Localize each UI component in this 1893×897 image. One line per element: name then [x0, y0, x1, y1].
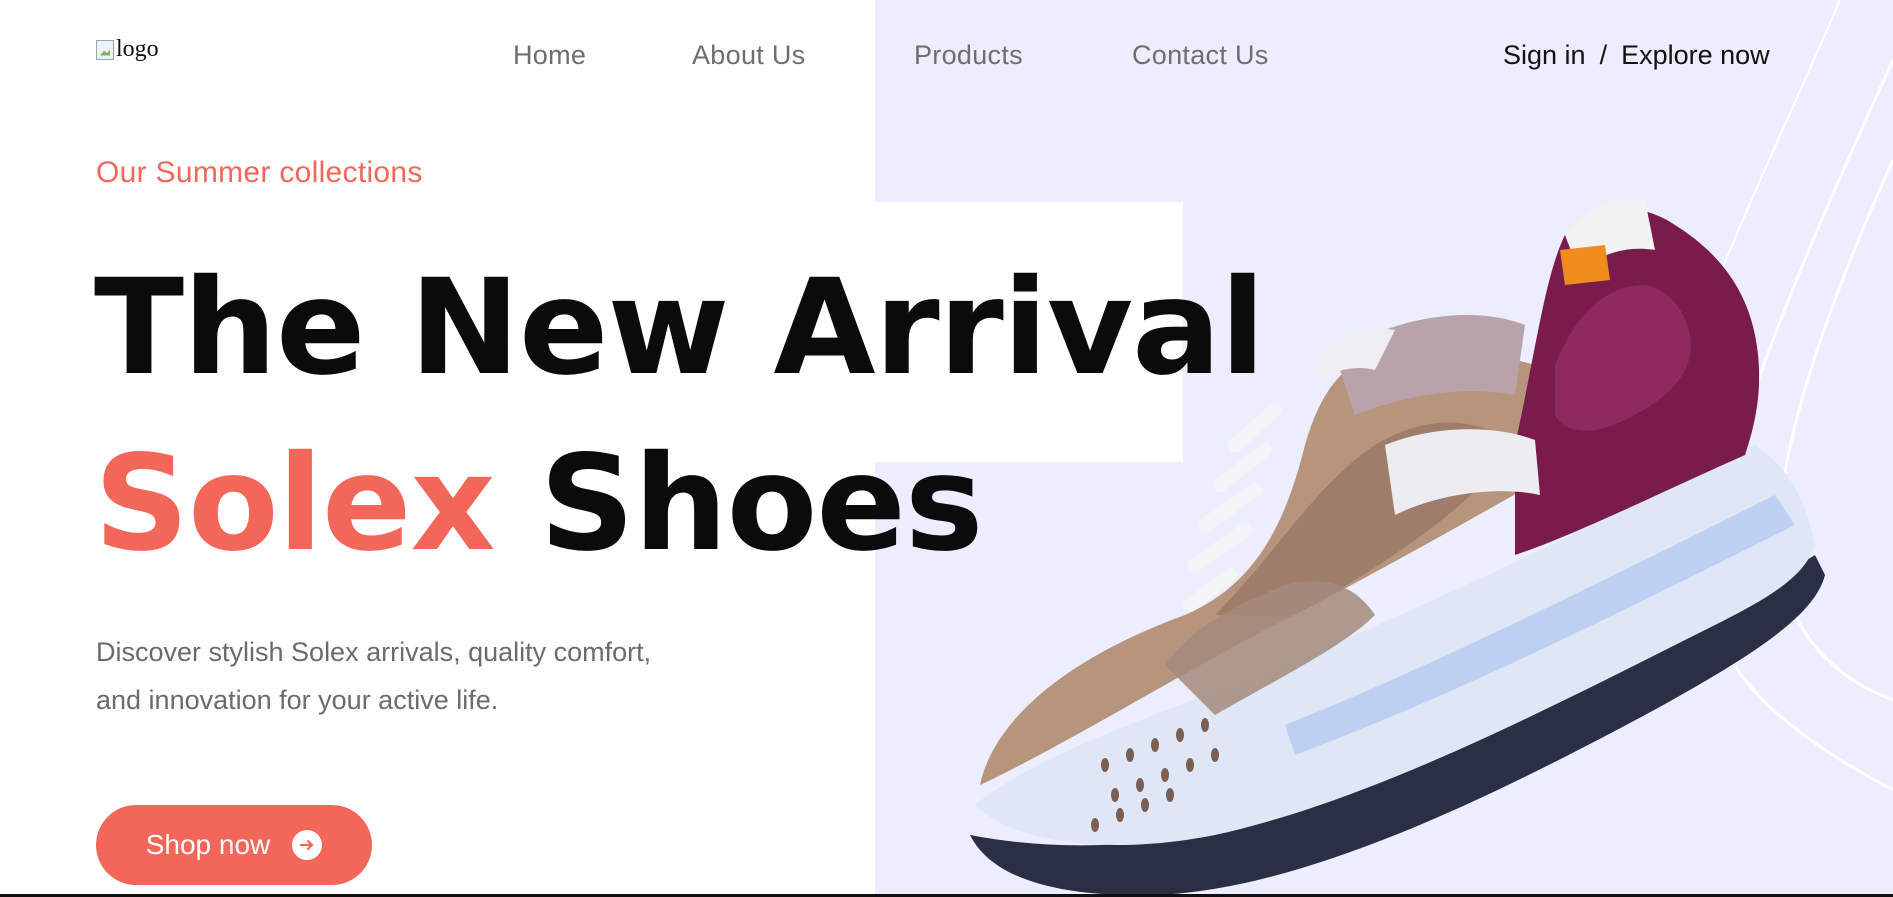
logo[interactable]: logo [96, 36, 159, 63]
shop-now-button[interactable]: Shop now [96, 805, 372, 885]
broken-image-icon [96, 39, 114, 60]
arrow-right-circle-icon [292, 830, 323, 860]
hero-eyebrow: Our Summer collections [96, 156, 423, 189]
sign-in-link[interactable]: Sign in [1503, 40, 1586, 71]
nav-products[interactable]: Products [914, 40, 1023, 71]
hero-description: Discover stylish Solex arrivals, quality… [96, 637, 652, 715]
nav-home[interactable]: Home [513, 40, 586, 71]
shop-now-label: Shop now [145, 829, 271, 860]
logo-alt-text: logo [116, 36, 159, 62]
hero-headline-line2: Solex Shoes [94, 438, 983, 570]
auth-separator: / [1599, 40, 1608, 70]
hero-headline-line1: The New Arrival [94, 251, 1265, 405]
headline-product: Shoes [539, 427, 984, 581]
nav-about-us[interactable]: About Us [692, 40, 805, 71]
auth-links: Sign in / Explore now [1503, 40, 1770, 71]
nav-contact-us[interactable]: Contact Us [1132, 40, 1269, 71]
explore-now-link[interactable]: Explore now [1621, 40, 1770, 71]
headline-brand: Solex [94, 427, 496, 581]
